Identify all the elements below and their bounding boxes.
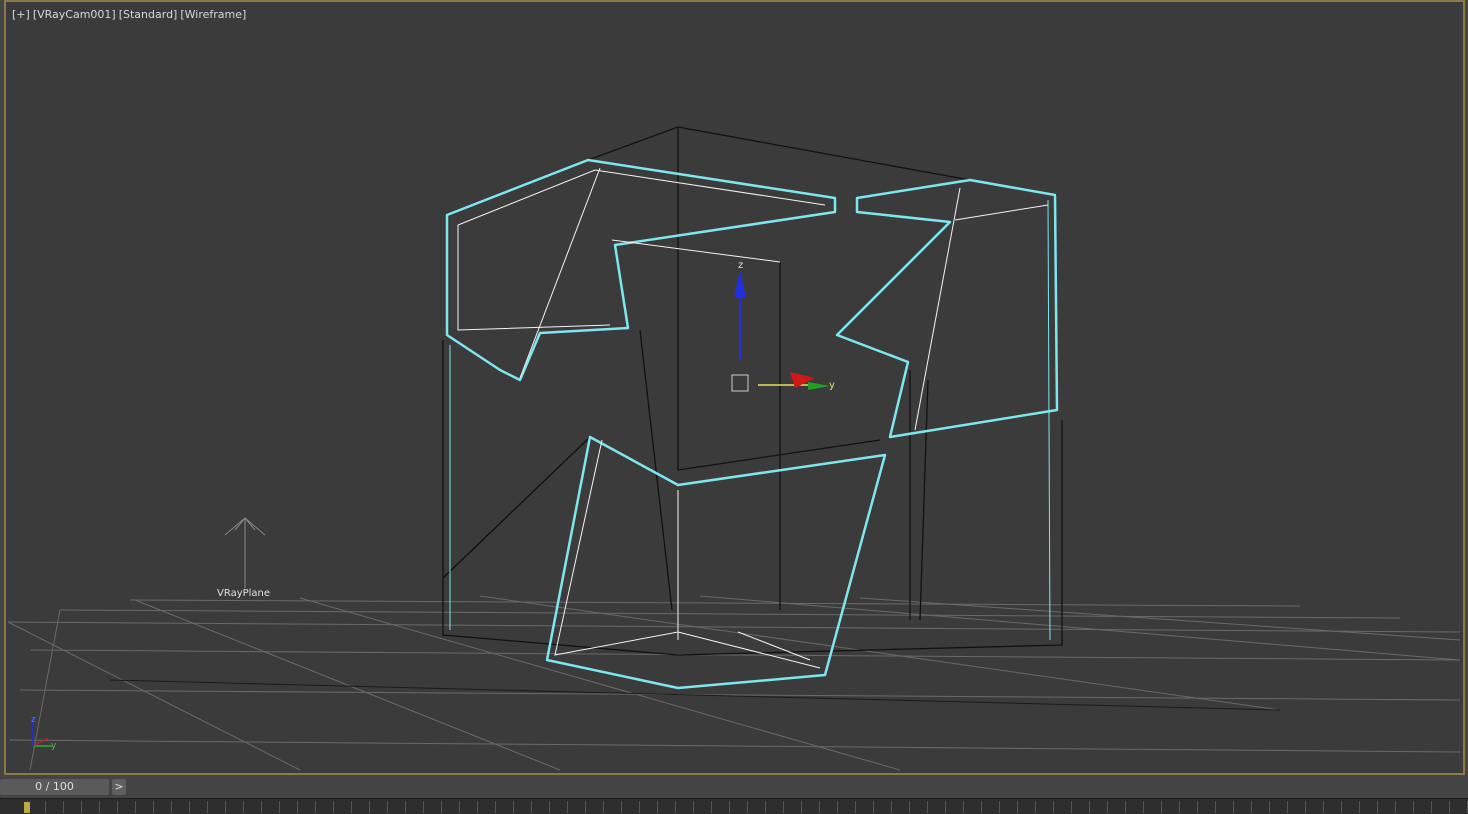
timeline-tick: [621, 801, 622, 813]
timeline-tick: [1377, 801, 1378, 813]
timeline-tick: [315, 801, 316, 813]
vrayplane-light[interactable]: VRayPlane: [217, 517, 270, 599]
timeline-tick: [513, 801, 514, 813]
timeline-tick: [279, 801, 280, 813]
timeline-track[interactable]: [0, 798, 1468, 814]
timeline-tick: [1161, 801, 1162, 813]
timeline-tick: [1323, 801, 1324, 813]
timeline-tick: [1233, 801, 1234, 813]
timeline-tick: [1035, 801, 1036, 813]
timeline-tick: [369, 801, 370, 813]
timeline-tick: [531, 801, 532, 813]
timeline-tick: [1071, 801, 1072, 813]
selected-object: [445, 158, 1059, 690]
timeline-tick: [981, 801, 982, 813]
timeline-tick: [459, 801, 460, 813]
timeline-tick: [225, 801, 226, 813]
time-slider-bar: 0 / 100 >: [0, 776, 1468, 798]
timeline-tick: [783, 801, 784, 813]
timeline-tick: [1125, 801, 1126, 813]
timeline-tick: [729, 801, 730, 813]
timeline-tick: [999, 801, 1000, 813]
pivot-box-icon: [731, 374, 749, 392]
timeline-tick: [1107, 801, 1108, 813]
timeline-tick: [405, 801, 406, 813]
timeline-tick: [657, 801, 658, 813]
timeline-tick: [837, 801, 838, 813]
timeline-tick: [1359, 801, 1360, 813]
world-axis-tripod-icon: z y: [31, 715, 57, 751]
timeline-tick: [963, 801, 964, 813]
timeline-tick: [1053, 801, 1054, 813]
timeline-tick: [603, 801, 604, 813]
timeline-tick: [99, 801, 100, 813]
timeline-tick: [1395, 801, 1396, 813]
timeline-tick: [441, 801, 442, 813]
timeline-tick: [1215, 801, 1216, 813]
timeline-tick: [909, 801, 910, 813]
timeline-tick: [765, 801, 766, 813]
timeline-tick: [1017, 801, 1018, 813]
gizmo-z-label: z: [738, 260, 743, 271]
gizmo-y-arrow-icon: [808, 382, 830, 390]
timeline-tick: [135, 801, 136, 813]
timeline-tick: [423, 801, 424, 813]
timeline-tick: [639, 801, 640, 813]
timeline-tick: [945, 801, 946, 813]
timeline-tick: [495, 801, 496, 813]
timeline-tick: [711, 801, 712, 813]
timeline-tick: [747, 801, 748, 813]
timeline-tick: [801, 801, 802, 813]
transform-gizmo[interactable]: z y: [731, 260, 835, 392]
timeline-tick: [855, 801, 856, 813]
timeline-tick: [675, 801, 676, 813]
timeline-tick: [1089, 801, 1090, 813]
vrayplane-label: VRayPlane: [217, 588, 270, 599]
timeline-tick: [891, 801, 892, 813]
timeline-tick: [567, 801, 568, 813]
timeline-tick: [117, 801, 118, 813]
timeline-tick: [171, 801, 172, 813]
timeline-tick: [1251, 801, 1252, 813]
timeline-tick: [927, 801, 928, 813]
timeline-tick: [1287, 801, 1288, 813]
timeline-tick: [243, 801, 244, 813]
timeline-tick: [63, 801, 64, 813]
timeline-tick: [693, 801, 694, 813]
timeline-tick: [1305, 801, 1306, 813]
timeline-tick: [1197, 801, 1198, 813]
timeline-tick: [477, 801, 478, 813]
timeline-tick: [45, 801, 46, 813]
timeline-tick: [585, 801, 586, 813]
timeline-tick: [549, 801, 550, 813]
timeline-tick: [351, 801, 352, 813]
timeline-tick: [297, 801, 298, 813]
scene-canvas[interactable]: z y VRayPlane z y: [0, 0, 1468, 775]
timeline-tick: [1431, 801, 1432, 813]
next-frame-button[interactable]: >: [112, 779, 126, 795]
timeline-tick: [81, 801, 82, 813]
timeline-tick: [333, 801, 334, 813]
svg-text:y: y: [51, 741, 57, 751]
timeline-tick: [1449, 801, 1450, 813]
timeline-playhead[interactable]: [24, 802, 30, 813]
timeline-tick: [1269, 801, 1270, 813]
gizmo-y-label: y: [829, 380, 835, 391]
timeline-tick: [189, 801, 190, 813]
time-slider[interactable]: 0 / 100: [0, 779, 109, 795]
timeline-tick: [207, 801, 208, 813]
timeline-tick: [1413, 801, 1414, 813]
timeline-tick: [1179, 801, 1180, 813]
timeline-tick: [1143, 801, 1144, 813]
timeline-tick: [387, 801, 388, 813]
timeline-tick: [1341, 801, 1342, 813]
timeline-tick: [873, 801, 874, 813]
timeline-tick: [819, 801, 820, 813]
timeline-tick: [261, 801, 262, 813]
gizmo-z-arrow-icon: [734, 270, 746, 298]
timeline-tick: [153, 801, 154, 813]
svg-text:z: z: [31, 715, 36, 725]
